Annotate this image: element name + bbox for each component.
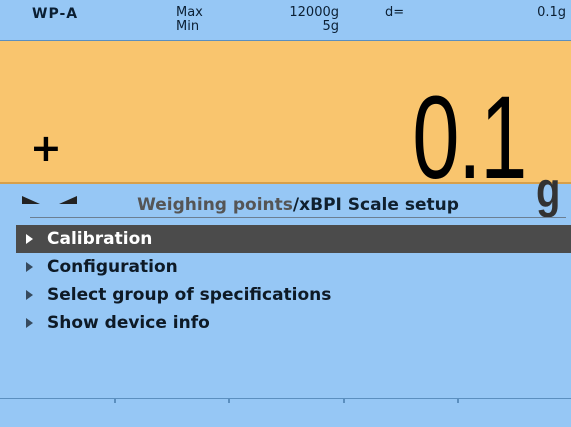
menu-item-device-info[interactable]: Show device info bbox=[16, 309, 571, 337]
device-name: WP-A bbox=[32, 6, 79, 22]
softkey-3[interactable] bbox=[228, 399, 342, 427]
d-value: 0.1g bbox=[537, 5, 566, 20]
menu-item-select-specifications[interactable]: Select group of specifications bbox=[16, 281, 571, 309]
d-label: d= bbox=[385, 5, 405, 20]
menu-item-label: Show device info bbox=[47, 313, 210, 333]
breadcrumb-parent: Weighing points bbox=[137, 195, 293, 215]
menu-item-configuration[interactable]: Configuration bbox=[16, 253, 571, 281]
menu-item-label: Configuration bbox=[47, 257, 178, 277]
menu-item-label: Calibration bbox=[47, 229, 153, 249]
expand-arrow-icon bbox=[26, 318, 33, 328]
menu-item-calibration[interactable]: Calibration bbox=[16, 225, 571, 253]
expand-arrow-icon bbox=[26, 262, 33, 272]
setup-menu: Calibration Configuration Select group o… bbox=[16, 225, 571, 337]
softkey-2[interactable] bbox=[114, 399, 228, 427]
max-value: 12000g bbox=[289, 5, 339, 20]
menu-item-label: Select group of specifications bbox=[47, 285, 332, 305]
min-label: Min bbox=[176, 19, 200, 34]
softkey-5[interactable] bbox=[456, 399, 571, 427]
header-bar: WP-A Max 12000g Min 5g d= 0.1g bbox=[0, 0, 571, 41]
expand-arrow-icon bbox=[26, 290, 33, 300]
softkey-bar bbox=[0, 398, 571, 427]
weight-display: + 0.1 g bbox=[0, 41, 571, 215]
weight-value: 0.1 bbox=[412, 72, 527, 204]
scale-screen: WP-A Max 12000g Min 5g d= 0.1g + 0.1 g W… bbox=[0, 0, 571, 427]
softkey-4[interactable] bbox=[342, 399, 457, 427]
breadcrumb-current: xBPI Scale setup bbox=[299, 195, 459, 215]
max-label: Max bbox=[176, 5, 203, 20]
min-value: 5g bbox=[322, 19, 339, 34]
sign-indicator: + bbox=[30, 126, 62, 170]
menu-breadcrumb: Weighing points/xBPI Scale setup bbox=[30, 195, 566, 218]
softkey-1[interactable] bbox=[0, 399, 114, 427]
expand-arrow-icon bbox=[26, 234, 33, 244]
